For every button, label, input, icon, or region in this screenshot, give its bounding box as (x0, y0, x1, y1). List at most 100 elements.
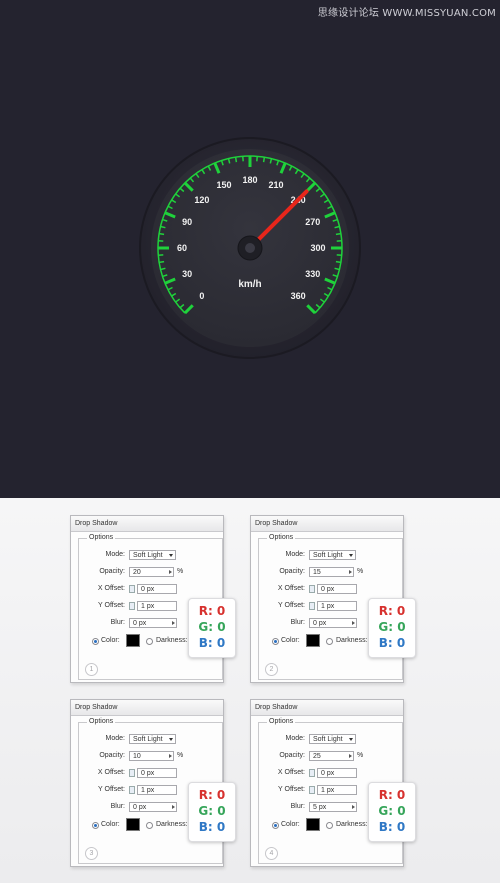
y-offset-field[interactable]: 1 px (317, 785, 357, 795)
y-offset-value: 1 px (321, 787, 335, 794)
color-radio[interactable] (272, 822, 279, 829)
y-offset-field[interactable]: 1 px (317, 601, 357, 611)
x-offset-label: X Offset: (97, 769, 125, 776)
step-number-badge: 3 (85, 847, 98, 860)
mode-select[interactable]: Soft Light (309, 550, 356, 560)
gauge-tick-label: 90 (182, 217, 192, 227)
mode-select[interactable]: Soft Light (129, 734, 176, 744)
opacity-unit: % (357, 752, 364, 759)
y-offset-stepper[interactable] (309, 602, 315, 610)
step-number-badge: 2 (265, 663, 278, 676)
color-swatch[interactable] (126, 634, 140, 647)
blue-value: B: 0 (198, 636, 226, 650)
slider-arrow-icon[interactable] (169, 754, 172, 758)
color-radio[interactable] (92, 638, 99, 645)
darkness-radio[interactable] (146, 822, 153, 829)
x-offset-stepper[interactable] (309, 769, 315, 777)
blur-field[interactable]: 0 px (129, 802, 177, 812)
x-offset-field[interactable]: 0 px (317, 768, 357, 778)
opacity-field[interactable]: 15 (309, 567, 354, 577)
x-offset-label: X Offset: (277, 769, 305, 776)
y-offset-stepper[interactable] (309, 786, 315, 794)
slider-arrow-icon[interactable] (172, 805, 175, 809)
slider-arrow-icon[interactable] (169, 570, 172, 574)
red-value: R: 0 (198, 788, 226, 802)
opacity-label: Opacity: (99, 752, 125, 759)
x-offset-label: X Offset: (97, 585, 125, 592)
dialog-title: Drop Shadow (251, 700, 403, 716)
color-radio[interactable] (272, 638, 279, 645)
color-swatch[interactable] (126, 818, 140, 831)
watermark-text: 思缘设计论坛 WWW.MISSYUAN.COM (317, 8, 496, 19)
opacity-unit: % (177, 752, 184, 759)
chevron-down-icon (169, 554, 173, 557)
darkness-radio[interactable] (146, 638, 153, 645)
mode-select[interactable]: Soft Light (129, 550, 176, 560)
blur-label: Blur: (290, 619, 305, 626)
y-offset-value: 1 px (321, 603, 335, 610)
x-offset-value: 0 px (321, 586, 335, 593)
drop-shadow-dialog: Drop Shadow Options Mode: Soft Light Opa… (70, 699, 236, 867)
step-number-badge: 4 (265, 847, 278, 860)
opacity-field[interactable]: 10 (129, 751, 174, 761)
mode-label: Mode: (285, 735, 305, 742)
mode-value: Soft Light (133, 736, 163, 743)
rgb-values-card: R: 0 G: 0 B: 0 (188, 782, 236, 842)
blur-field[interactable]: 0 px (129, 618, 177, 628)
chevron-down-icon (349, 738, 353, 741)
blur-value: 0 px (313, 620, 327, 627)
blur-field[interactable]: 0 px (309, 618, 357, 628)
opacity-field[interactable]: 25 (309, 751, 354, 761)
slider-arrow-icon[interactable] (349, 754, 352, 758)
y-offset-label: Y Offset: (98, 786, 125, 793)
x-offset-field[interactable]: 0 px (137, 584, 177, 594)
y-offset-label: Y Offset: (278, 602, 305, 609)
blur-value: 0 px (133, 804, 147, 811)
gauge-hub-cap (245, 243, 255, 253)
color-swatch[interactable] (306, 818, 320, 831)
x-offset-field[interactable]: 0 px (317, 584, 357, 594)
blur-field[interactable]: 5 px (309, 802, 357, 812)
x-offset-stepper[interactable] (129, 769, 135, 777)
mode-select[interactable]: Soft Light (309, 734, 356, 744)
chevron-down-icon (169, 738, 173, 741)
y-offset-field[interactable]: 1 px (137, 601, 177, 611)
color-swatch[interactable] (306, 634, 320, 647)
y-offset-stepper[interactable] (129, 786, 135, 794)
gauge-unit-label: km/h (238, 279, 261, 290)
slider-arrow-icon[interactable] (349, 570, 352, 574)
options-group-label: Options (87, 718, 116, 725)
gauge-minor-tick (159, 260, 165, 264)
darkness-radio[interactable] (326, 638, 333, 645)
opacity-field[interactable]: 20 (129, 567, 174, 577)
opacity-label: Opacity: (279, 568, 305, 575)
color-label: Color: (101, 637, 120, 644)
slider-arrow-icon[interactable] (172, 621, 175, 625)
x-offset-field[interactable]: 0 px (137, 768, 177, 778)
drop-shadow-dialog: Drop Shadow Options Mode: Soft Light Opa… (70, 515, 236, 683)
x-offset-stepper[interactable] (129, 585, 135, 593)
options-group-label: Options (267, 718, 296, 725)
darkness-radio[interactable] (326, 822, 333, 829)
slider-arrow-icon[interactable] (352, 805, 355, 809)
chevron-down-icon (349, 554, 353, 557)
gauge-minor-tick (335, 232, 341, 236)
color-radio[interactable] (92, 822, 99, 829)
color-label: Color: (101, 821, 120, 828)
rgb-values-card: R: 0 G: 0 B: 0 (188, 598, 236, 658)
slider-arrow-icon[interactable] (352, 621, 355, 625)
gauge-minor-tick (234, 157, 238, 163)
opacity-value: 20 (133, 569, 141, 576)
blue-value: B: 0 (378, 636, 406, 650)
gauge-tick-label: 210 (269, 180, 284, 190)
opacity-unit: % (357, 568, 364, 575)
green-value: G: 0 (198, 804, 226, 818)
y-offset-label: Y Offset: (278, 786, 305, 793)
opacity-unit: % (177, 568, 184, 575)
y-offset-stepper[interactable] (129, 602, 135, 610)
red-value: R: 0 (198, 604, 226, 618)
gauge-tick-label: 0 (199, 291, 204, 301)
y-offset-field[interactable]: 1 px (137, 785, 177, 795)
x-offset-stepper[interactable] (309, 585, 315, 593)
rgb-values-card: R: 0 G: 0 B: 0 (368, 782, 416, 842)
